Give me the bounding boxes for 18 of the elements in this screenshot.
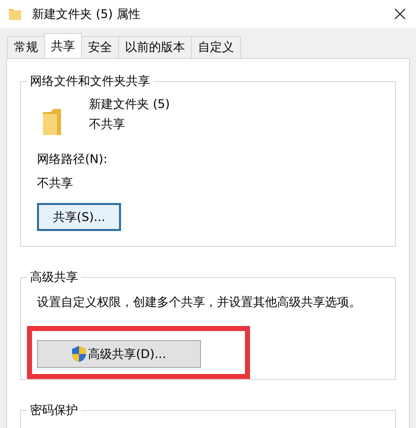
close-icon[interactable] xyxy=(394,8,406,20)
path-label: 网络路径(N): xyxy=(37,151,108,167)
tab[interactable]: 共享 xyxy=(44,33,82,58)
description-text: 设置自定义权限，创建多个共享，并设置其他高级共享选项。 xyxy=(37,294,362,310)
window-title: 新建文件夹 (5) 属性 xyxy=(32,6,142,22)
tab[interactable]: 常规 xyxy=(7,36,45,58)
group-title: 高级共享 xyxy=(27,269,81,285)
shield-icon xyxy=(72,346,86,362)
advanced-sharing-button[interactable]: 高级共享(D)... xyxy=(37,340,201,368)
group-title: 网络文件和文件夹共享 xyxy=(27,73,153,89)
folder-icon xyxy=(43,109,61,135)
folder-name: 新建文件夹 (5) xyxy=(89,96,170,112)
share-status: 不共享 xyxy=(89,116,126,132)
path-value: 不共享 xyxy=(37,175,74,191)
folder-icon xyxy=(8,7,22,21)
tab[interactable]: 自定义 xyxy=(191,36,241,58)
group-title: 密码保护 xyxy=(27,402,81,418)
share-button[interactable]: 共享(S)... xyxy=(37,203,121,231)
